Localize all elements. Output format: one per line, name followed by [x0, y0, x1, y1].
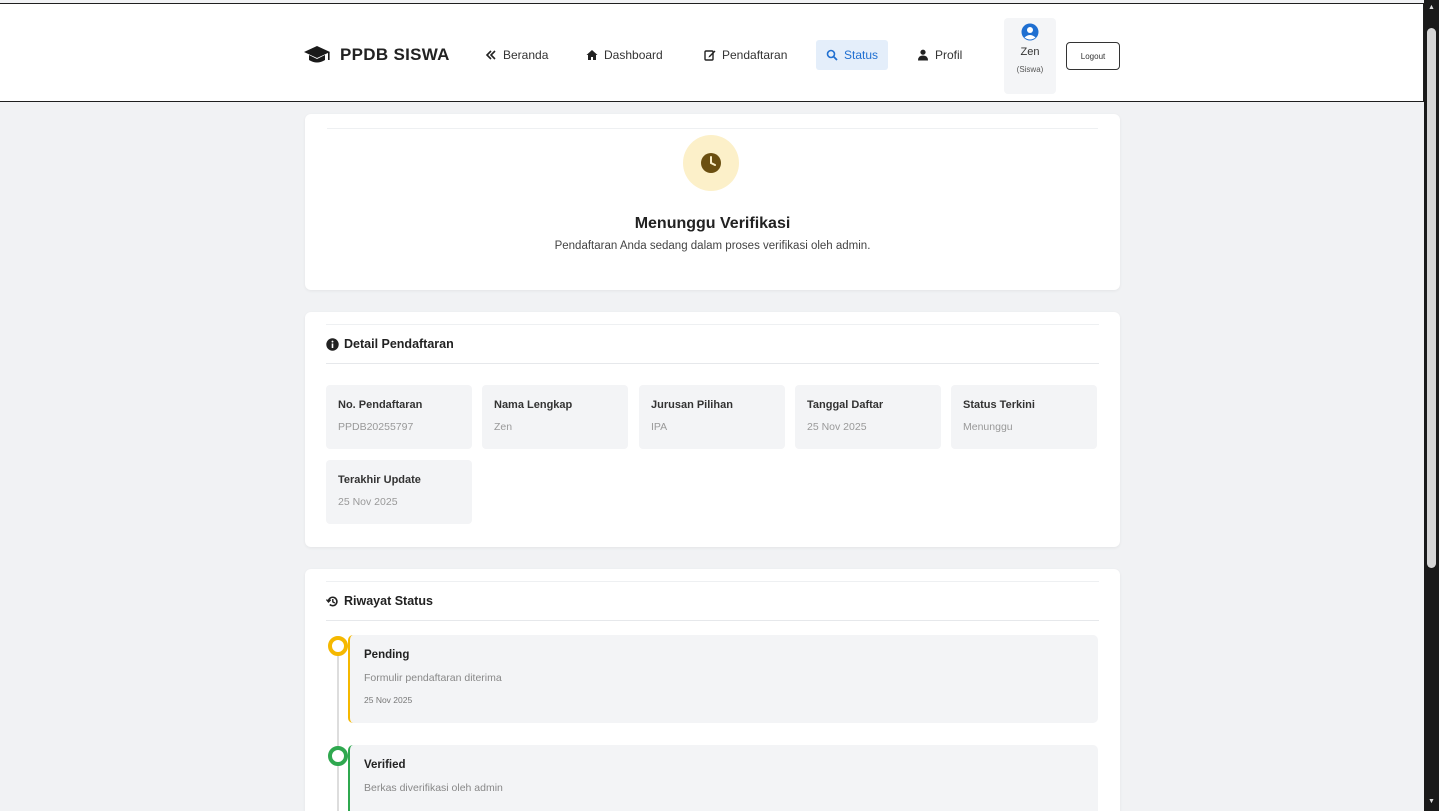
nav-profil-label: Profil: [935, 48, 963, 62]
nav-pendaftaran[interactable]: Pendaftaran: [694, 40, 797, 70]
detail-field: Terakhir Update 25 Nov 2025: [326, 460, 472, 524]
user-name: Zen: [1020, 46, 1040, 58]
timeline-dot-pending: [328, 636, 348, 656]
nav-status-label: Status: [844, 48, 879, 62]
history-heading: Riwayat Status: [326, 581, 1099, 621]
detail-field: Status Terkini Menunggu: [951, 385, 1097, 449]
field-value: PPDB20255797: [338, 421, 414, 433]
timeline-item: Verified Berkas diverifikasi oleh admin: [348, 745, 1098, 811]
info-icon: [326, 337, 339, 351]
brand[interactable]: PPDB SISWA: [303, 44, 450, 66]
detail-field: Jurusan Pilihan IPA: [639, 385, 785, 449]
detail-field: No. Pendaftaran PPDB20255797: [326, 385, 472, 449]
history-icon: [326, 595, 338, 606]
field-value: Zen: [494, 421, 513, 433]
field-value: 25 Nov 2025: [807, 421, 867, 433]
search-icon: [826, 49, 838, 61]
logout-button[interactable]: Logout: [1066, 42, 1120, 70]
detail-card: Detail Pendaftaran No. Pendaftaran PPDB2…: [305, 312, 1120, 547]
nav-beranda[interactable]: Beranda: [475, 40, 558, 70]
nav-pendaftaran-label: Pendaftaran: [722, 48, 788, 62]
timeline-desc: Formulir pendaftaran diterima: [364, 672, 502, 684]
scroll-down-icon[interactable]: ▼: [1427, 797, 1436, 807]
field-label: Jurusan Pilihan: [651, 399, 733, 411]
user-icon: [918, 49, 928, 61]
edit-icon: [704, 50, 716, 61]
field-value: 25 Nov 2025: [338, 496, 398, 508]
double-chevron-left-icon: [485, 50, 496, 60]
status-description: Pendaftaran Anda sedang dalam proses ver…: [554, 240, 871, 252]
detail-field: Nama Lengkap Zen: [482, 385, 628, 449]
nav-beranda-label: Beranda: [503, 48, 549, 62]
brand-name: PPDB SISWA: [340, 45, 450, 64]
status-title: Menunggu Verifikasi: [634, 215, 791, 232]
timeline-item: Pending Formulir pendaftaran diterima 25…: [348, 635, 1098, 723]
timeline-date: 25 Nov 2025: [364, 695, 413, 705]
status-icon-wrap: [683, 135, 739, 191]
timeline-title: Pending: [364, 649, 410, 661]
history-heading-label: Riwayat Status: [344, 594, 433, 608]
nav-dashboard[interactable]: Dashboard: [576, 40, 673, 70]
user-circle-icon: [1021, 23, 1039, 41]
field-value: Menunggu: [963, 421, 1013, 433]
timeline-desc: Berkas diverifikasi oleh admin: [364, 782, 503, 794]
graduation-cap-icon: [304, 46, 330, 63]
nav-status[interactable]: Status: [816, 40, 889, 70]
status-card: Menunggu Verifikasi Pendaftaran Anda sed…: [305, 114, 1120, 290]
field-label: No. Pendaftaran: [338, 399, 423, 411]
field-label: Status Terkini: [963, 399, 1035, 411]
timeline-title: Verified: [364, 759, 406, 771]
home-icon: [586, 50, 598, 60]
divider: [327, 128, 1098, 129]
user-role: (Siswa): [1016, 65, 1044, 74]
detail-heading: Detail Pendaftaran: [326, 324, 1099, 364]
scroll-up-icon[interactable]: ▲: [1427, 3, 1436, 13]
user-menu[interactable]: Zen (Siswa): [1004, 18, 1056, 94]
field-label: Nama Lengkap: [494, 399, 573, 411]
timeline-dot-verified: [328, 746, 348, 766]
detail-field: Tanggal Daftar 25 Nov 2025: [795, 385, 941, 449]
clock-icon: [701, 153, 721, 173]
nav-profil[interactable]: Profil: [907, 40, 972, 70]
navbar: PPDB SISWA Beranda Dashboard Pendaftaran…: [0, 3, 1424, 102]
scrollbar[interactable]: ▲ ▼: [1424, 0, 1439, 811]
scroll-thumb[interactable]: [1427, 28, 1436, 568]
field-label: Tanggal Daftar: [807, 399, 884, 411]
nav-dashboard-label: Dashboard: [604, 48, 663, 62]
timeline-line: [337, 652, 339, 811]
field-value: IPA: [651, 421, 668, 433]
field-label: Terakhir Update: [338, 474, 421, 486]
detail-heading-label: Detail Pendaftaran: [344, 337, 454, 351]
